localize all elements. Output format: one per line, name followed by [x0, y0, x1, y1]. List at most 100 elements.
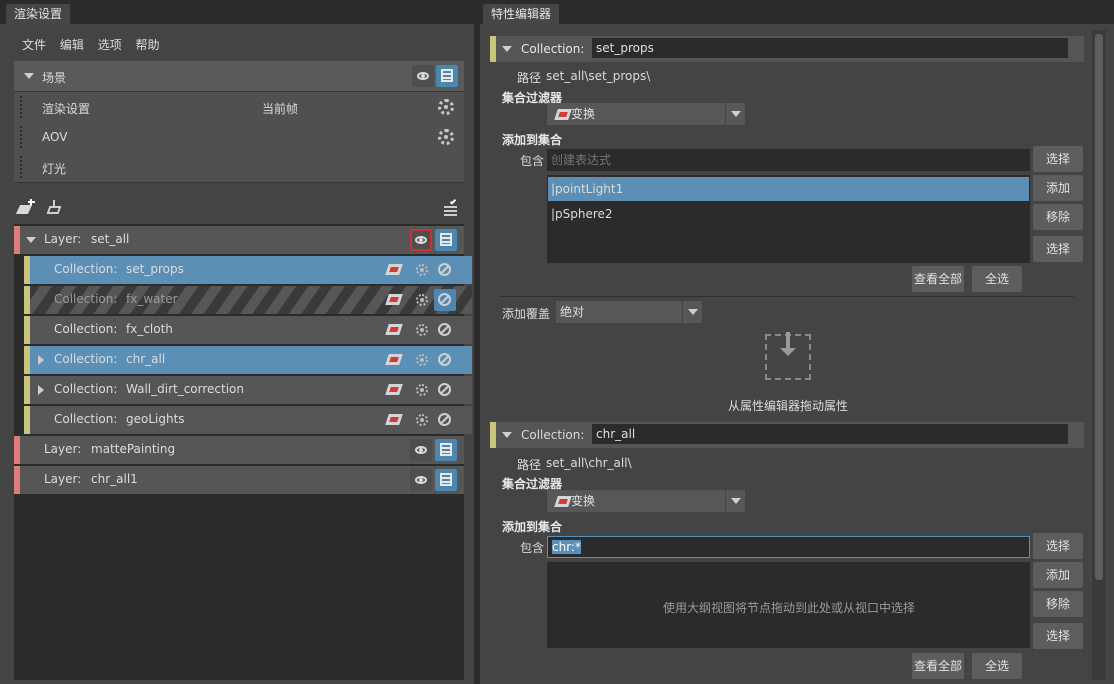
render-clapper-icon[interactable]	[436, 65, 458, 87]
expand-arrow-icon[interactable]	[38, 355, 44, 365]
collection-name-field[interactable]: set_props	[592, 38, 1068, 58]
drop-target-icon[interactable]	[765, 332, 811, 380]
collapse-arrow-icon[interactable]	[502, 432, 512, 438]
aov-row[interactable]: AOV	[14, 122, 464, 152]
collection-name-field[interactable]: chr_all	[592, 424, 1068, 444]
collection-color-bar	[24, 316, 30, 344]
disable-icon[interactable]	[438, 323, 451, 336]
collection-row[interactable]: Collection: chr_all	[24, 346, 472, 374]
remove-button[interactable]: 移除	[1033, 591, 1083, 617]
include-expression-input[interactable]: chr:*	[547, 536, 1030, 558]
drag-handle-icon[interactable]	[20, 96, 23, 118]
collection-name: fx_cloth	[126, 322, 173, 336]
drag-handle-icon[interactable]	[20, 156, 23, 178]
members-list[interactable]: |pointLight1 |pSphere2	[547, 175, 1030, 263]
collection-color-bar	[24, 376, 30, 404]
filter-icon[interactable]	[385, 264, 403, 275]
chevron-down-icon[interactable]	[725, 490, 745, 512]
render-clapper-icon[interactable]	[435, 229, 457, 251]
disable-icon[interactable]	[438, 353, 451, 366]
layer-name: mattePainting	[91, 442, 176, 456]
menu-options[interactable]: 选项	[98, 38, 122, 52]
collection-row-disabled[interactable]: Collection: fx_water	[24, 286, 472, 314]
collection-filter-dropdown[interactable]: 变换	[547, 103, 745, 125]
gear-icon[interactable]	[438, 129, 454, 145]
render-settings-row[interactable]: 渲染设置 当前帧	[14, 92, 464, 122]
collection-row[interactable]: Collection: geoLights	[24, 406, 472, 434]
collection-row[interactable]: Collection: fx_cloth	[24, 316, 472, 344]
isolate-icon[interactable]	[416, 324, 428, 336]
render-clapper-icon[interactable]	[435, 439, 457, 461]
filter-icon[interactable]	[385, 414, 403, 425]
import-icon[interactable]	[46, 200, 62, 216]
collection-row[interactable]: Collection: set_props	[24, 256, 472, 284]
chevron-down-icon[interactable]	[725, 103, 745, 125]
select-all-button[interactable]: 全选	[972, 266, 1022, 292]
view-all-button[interactable]: 查看全部	[912, 266, 964, 292]
collapse-arrow-icon[interactable]	[502, 46, 512, 52]
isolate-icon[interactable]	[416, 354, 428, 366]
vertical-scrollbar[interactable]	[1092, 30, 1106, 680]
collapse-arrow-icon[interactable]	[24, 73, 34, 79]
empty-list-hint: 使用大纲视图将节点拖动到此处或从视口中选择	[663, 601, 916, 615]
isolate-icon[interactable]	[416, 264, 428, 276]
create-layer-icon[interactable]	[15, 199, 35, 215]
visibility-eye-icon[interactable]	[410, 229, 432, 251]
select-button[interactable]: 选择	[1033, 146, 1083, 172]
filter-icon[interactable]	[385, 324, 403, 335]
select-button[interactable]: 选择	[1033, 533, 1083, 559]
visibility-eye-icon[interactable]	[410, 439, 432, 461]
disable-icon-active[interactable]	[434, 289, 456, 311]
layer-row[interactable]: Layer: chr_all1	[14, 466, 464, 494]
collection-header[interactable]: Collection: set_props	[490, 36, 1084, 62]
members-list[interactable]: 使用大纲视图将节点拖动到此处或从视口中选择	[547, 562, 1030, 648]
disable-icon[interactable]	[438, 263, 451, 276]
visibility-eye-icon[interactable]	[410, 469, 432, 491]
attribute-editor-panel: Collection: set_props 路径 set_all\set_pro…	[480, 24, 1114, 684]
collection-filter-dropdown[interactable]: 变换	[547, 490, 745, 512]
expand-arrow-icon[interactable]	[38, 385, 44, 395]
isolate-icon[interactable]	[416, 294, 428, 306]
collection-header[interactable]: Collection: chr_all	[490, 422, 1084, 448]
select-button-2[interactable]: 选择	[1033, 623, 1083, 649]
filter-icon[interactable]	[385, 384, 403, 395]
menu-file[interactable]: 文件	[22, 38, 46, 52]
visibility-eye-icon[interactable]	[412, 65, 434, 87]
filter-icon[interactable]	[385, 354, 403, 365]
add-button[interactable]: 添加	[1033, 562, 1083, 588]
tab-attribute-editor[interactable]: 特性编辑器	[483, 4, 560, 24]
select-all-button[interactable]: 全选	[972, 653, 1022, 679]
checklist-icon[interactable]	[444, 198, 458, 216]
view-all-button[interactable]: 查看全部	[912, 653, 964, 679]
disable-icon[interactable]	[438, 413, 451, 426]
scene-row[interactable]: 场景	[14, 61, 464, 91]
list-item[interactable]: |pSphere2	[548, 202, 1029, 226]
select-button-2[interactable]: 选择	[1033, 236, 1083, 262]
filter-icon[interactable]	[385, 294, 403, 305]
layer-row[interactable]: Layer: mattePainting	[14, 436, 464, 464]
add-button[interactable]: 添加	[1033, 175, 1083, 201]
menu-edit[interactable]: 编辑	[60, 38, 84, 52]
disable-icon[interactable]	[438, 383, 451, 396]
isolate-icon[interactable]	[416, 414, 428, 426]
include-expression-input[interactable]	[547, 149, 1030, 171]
render-clapper-icon[interactable]	[435, 469, 457, 491]
layer-row[interactable]: Layer: set_all	[14, 226, 464, 254]
scene-group: 场景 渲染设置 当前帧 AOV 灯光	[14, 61, 464, 183]
remove-button[interactable]: 移除	[1033, 204, 1083, 230]
collection-header-label: Collection:	[521, 428, 585, 442]
menu-help[interactable]: 帮助	[136, 38, 160, 52]
drag-handle-icon[interactable]	[20, 126, 23, 148]
scrollbar-thumb[interactable]	[1095, 34, 1103, 580]
gear-icon[interactable]	[438, 99, 454, 115]
override-type-dropdown[interactable]: 绝对	[556, 301, 702, 323]
add-to-collection-label: 添加到集合	[502, 133, 563, 147]
lights-row[interactable]: 灯光	[14, 152, 464, 182]
isolate-icon[interactable]	[416, 384, 428, 396]
expand-arrow-icon[interactable]	[26, 237, 36, 243]
list-item[interactable]: |pointLight1	[548, 177, 1029, 201]
collection-row[interactable]: Collection: Wall_dirt_correction	[24, 376, 472, 404]
layer-color-bar	[14, 226, 20, 254]
tab-render-setup[interactable]: 渲染设置	[6, 4, 71, 24]
chevron-down-icon[interactable]	[682, 301, 702, 323]
